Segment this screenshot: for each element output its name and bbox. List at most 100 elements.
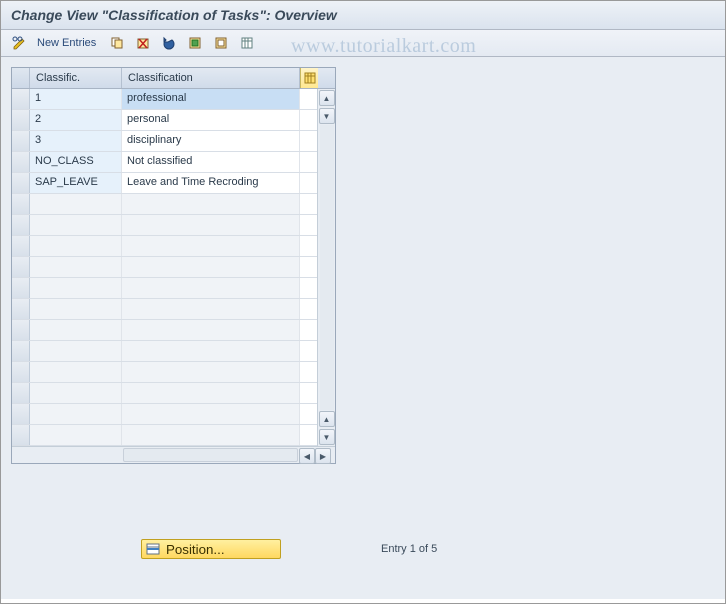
deselect-all-button[interactable]	[210, 33, 232, 53]
table-row-empty[interactable]	[12, 257, 317, 278]
undo-button[interactable]	[158, 33, 180, 53]
cell-classific[interactable]	[30, 236, 122, 256]
cell-classific[interactable]	[30, 215, 122, 235]
hscroll-spacer	[12, 447, 122, 463]
cell-classification[interactable]	[122, 341, 300, 361]
copy-button[interactable]	[106, 33, 128, 53]
cell-classification[interactable]: disciplinary	[122, 131, 300, 151]
cell-classific[interactable]: SAP_LEAVE	[30, 173, 122, 193]
entry-status: Entry 1 of 5	[381, 543, 437, 555]
table-header-row: Classific. Classification	[12, 68, 335, 89]
row-marker[interactable]	[12, 131, 30, 151]
row-marker[interactable]	[12, 425, 30, 445]
cell-classific[interactable]	[30, 278, 122, 298]
table-row-empty[interactable]	[12, 194, 317, 215]
table-row-empty[interactable]	[12, 299, 317, 320]
select-all-button[interactable]	[184, 33, 206, 53]
scroll-up-button[interactable]: ▲	[319, 90, 335, 106]
delete-button[interactable]	[132, 33, 154, 53]
cell-classific[interactable]	[30, 341, 122, 361]
cell-classification[interactable]	[122, 257, 300, 277]
cell-classification[interactable]	[122, 278, 300, 298]
row-marker[interactable]	[12, 110, 30, 130]
table-rows: 1professional2personal3disciplinaryNO_CL…	[12, 89, 317, 446]
cell-classification[interactable]: personal	[122, 110, 300, 130]
column-header-classific[interactable]: Classific.	[30, 68, 122, 88]
scroll-track[interactable]	[320, 125, 334, 410]
table-row-empty[interactable]	[12, 383, 317, 404]
cell-classification[interactable]	[122, 425, 300, 445]
table-row[interactable]: NO_CLASSNot classified	[12, 152, 317, 173]
cell-classification[interactable]: professional	[122, 89, 300, 109]
table-row-empty[interactable]	[12, 425, 317, 446]
table-row-empty[interactable]	[12, 236, 317, 257]
cell-classification[interactable]: Not classified	[122, 152, 300, 172]
table-row[interactable]: 2personal	[12, 110, 317, 131]
cell-classification[interactable]	[122, 236, 300, 256]
table-row-empty[interactable]	[12, 215, 317, 236]
scroll-right-button[interactable]: ▶	[315, 448, 331, 464]
content-area: Classific. Classification 1professional2…	[1, 57, 725, 599]
row-marker[interactable]	[12, 299, 30, 319]
row-marker[interactable]	[12, 236, 30, 256]
cell-classific[interactable]	[30, 404, 122, 424]
row-marker[interactable]	[12, 341, 30, 361]
row-marker[interactable]	[12, 320, 30, 340]
row-marker[interactable]	[12, 173, 30, 193]
table-config-button[interactable]	[300, 68, 318, 88]
scroll-down-bottom-button[interactable]: ▼	[319, 429, 335, 445]
row-marker[interactable]	[12, 404, 30, 424]
toggle-edit-button[interactable]	[9, 33, 31, 53]
vertical-scrollbar[interactable]: ▲ ▼ ▲ ▼	[317, 89, 335, 446]
cell-classific[interactable]	[30, 194, 122, 214]
cell-classification[interactable]	[122, 404, 300, 424]
copy-icon	[110, 36, 124, 50]
cell-classific[interactable]	[30, 320, 122, 340]
cell-classific[interactable]: 3	[30, 131, 122, 151]
cell-classific[interactable]	[30, 257, 122, 277]
cell-classification[interactable]: Leave and Time Recroding	[122, 173, 300, 193]
table-settings-button[interactable]	[236, 33, 258, 53]
row-marker-header[interactable]	[12, 68, 30, 88]
new-entries-button[interactable]: New Entries	[37, 37, 96, 49]
row-marker[interactable]	[12, 278, 30, 298]
cell-classific[interactable]	[30, 425, 122, 445]
table-row[interactable]: 3disciplinary	[12, 131, 317, 152]
table-row-empty[interactable]	[12, 278, 317, 299]
cell-classific[interactable]	[30, 383, 122, 403]
horizontal-scrollbar[interactable]: ◀ ▶	[12, 446, 335, 463]
cell-classification[interactable]	[122, 194, 300, 214]
table-row-empty[interactable]	[12, 362, 317, 383]
table-row-empty[interactable]	[12, 404, 317, 425]
hscroll-track[interactable]	[123, 448, 298, 462]
row-marker[interactable]	[12, 383, 30, 403]
cell-classification[interactable]	[122, 362, 300, 382]
select-all-icon	[188, 36, 202, 50]
cell-classific[interactable]: 1	[30, 89, 122, 109]
position-icon	[146, 542, 160, 556]
cell-classific[interactable]	[30, 299, 122, 319]
scroll-up-bottom-button[interactable]: ▲	[319, 411, 335, 427]
row-marker[interactable]	[12, 215, 30, 235]
cell-classification[interactable]	[122, 215, 300, 235]
cell-classification[interactable]	[122, 383, 300, 403]
cell-classific[interactable]: NO_CLASS	[30, 152, 122, 172]
position-button[interactable]: Position...	[141, 539, 281, 559]
table-row-empty[interactable]	[12, 320, 317, 341]
delete-icon	[136, 36, 150, 50]
row-marker[interactable]	[12, 194, 30, 214]
cell-classification[interactable]	[122, 299, 300, 319]
table-row[interactable]: SAP_LEAVELeave and Time Recroding	[12, 173, 317, 194]
cell-classific[interactable]	[30, 362, 122, 382]
column-header-classification[interactable]: Classification	[122, 68, 300, 88]
row-marker[interactable]	[12, 89, 30, 109]
cell-classification[interactable]	[122, 320, 300, 340]
row-marker[interactable]	[12, 152, 30, 172]
row-marker[interactable]	[12, 362, 30, 382]
scroll-left-button[interactable]: ◀	[299, 448, 315, 464]
scroll-down-button[interactable]: ▼	[319, 108, 335, 124]
cell-classific[interactable]: 2	[30, 110, 122, 130]
table-row[interactable]: 1professional	[12, 89, 317, 110]
row-marker[interactable]	[12, 257, 30, 277]
table-row-empty[interactable]	[12, 341, 317, 362]
